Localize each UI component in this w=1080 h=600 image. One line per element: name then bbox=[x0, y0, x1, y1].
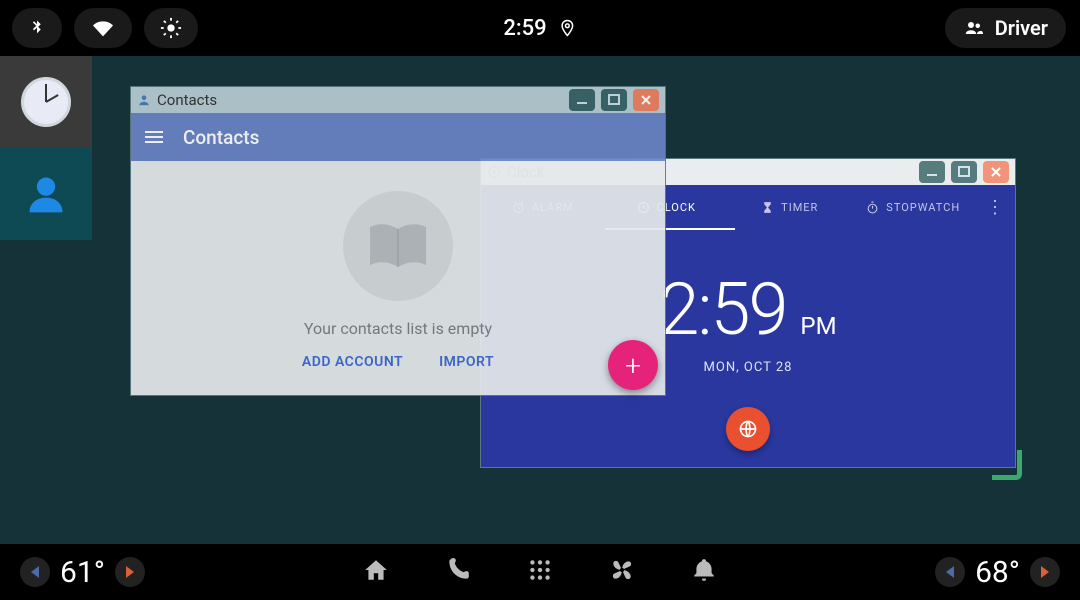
add-contact-fab[interactable]: + bbox=[608, 340, 658, 390]
nav-home[interactable] bbox=[363, 557, 389, 587]
temp-right-down[interactable] bbox=[935, 557, 965, 587]
kebab-icon: ⋮ bbox=[986, 197, 1004, 218]
person-icon bbox=[24, 172, 68, 216]
temp-right-up[interactable] bbox=[1030, 557, 1060, 587]
apps-grid-icon bbox=[527, 557, 553, 583]
home-icon bbox=[363, 557, 389, 583]
tab-timer-label: TIMER bbox=[781, 201, 818, 214]
clock-icon bbox=[21, 77, 71, 127]
globe-icon bbox=[738, 419, 758, 439]
hourglass-icon bbox=[761, 201, 774, 214]
add-account-button[interactable]: ADD ACCOUNT bbox=[302, 354, 403, 370]
hamburger-menu[interactable] bbox=[145, 131, 163, 143]
wifi-button[interactable] bbox=[74, 8, 132, 48]
contacts-close-button[interactable] bbox=[633, 89, 659, 111]
location-icon bbox=[559, 17, 577, 39]
clock-ampm: PM bbox=[800, 312, 836, 340]
status-bar: 2:59 Driver bbox=[0, 0, 1080, 56]
contacts-empty-text: Your contacts list is empty bbox=[304, 319, 492, 338]
contacts-appbar: Contacts bbox=[131, 113, 665, 161]
close-icon bbox=[989, 165, 1003, 179]
maximize-icon bbox=[957, 165, 971, 179]
world-clock-fab[interactable] bbox=[726, 407, 770, 451]
contacts-window[interactable]: Contacts Contacts Your contacts list is … bbox=[130, 86, 666, 396]
stopwatch-icon bbox=[866, 201, 879, 214]
import-button[interactable]: IMPORT bbox=[439, 354, 494, 370]
app-rail bbox=[0, 56, 92, 544]
bluetooth-button[interactable] bbox=[12, 8, 62, 48]
tab-stopwatch[interactable]: STOPWATCH bbox=[852, 201, 976, 214]
nav-apps[interactable] bbox=[527, 557, 553, 587]
bluetooth-icon bbox=[28, 17, 46, 39]
plus-icon: + bbox=[625, 349, 641, 382]
temp-left-value: 61° bbox=[60, 555, 105, 590]
temp-left-up[interactable] bbox=[115, 557, 145, 587]
phone-icon bbox=[445, 557, 471, 583]
bell-icon bbox=[691, 557, 717, 583]
clock-maximize-button[interactable] bbox=[951, 161, 977, 183]
triangle-right-icon bbox=[1041, 566, 1049, 578]
people-icon bbox=[963, 19, 985, 37]
contacts-appbar-title: Contacts bbox=[183, 126, 259, 149]
maximize-icon bbox=[607, 93, 621, 107]
brightness-button[interactable] bbox=[144, 8, 198, 48]
clock-close-button[interactable] bbox=[983, 161, 1009, 183]
statusbar-time: 2:59 bbox=[503, 16, 546, 41]
close-icon bbox=[639, 93, 653, 107]
rail-item-clock[interactable] bbox=[0, 56, 92, 148]
contacts-maximize-button[interactable] bbox=[601, 89, 627, 111]
contacts-minimize-button[interactable] bbox=[569, 89, 595, 111]
clock-time: 2:59 bbox=[659, 267, 786, 352]
contacts-titlebar[interactable]: Contacts bbox=[131, 87, 665, 113]
temp-right-value: 68° bbox=[975, 555, 1020, 590]
profile-button[interactable]: Driver bbox=[945, 8, 1066, 48]
nav-center bbox=[363, 557, 717, 587]
temp-left-down[interactable] bbox=[20, 557, 50, 587]
minimize-icon bbox=[575, 93, 589, 107]
tab-timer[interactable]: TIMER bbox=[728, 201, 852, 214]
triangle-left-icon bbox=[31, 566, 39, 578]
contacts-window-title: Contacts bbox=[157, 91, 217, 109]
triangle-right-icon bbox=[126, 566, 134, 578]
clock-overflow-menu[interactable]: ⋮ bbox=[975, 197, 1015, 218]
minimize-icon bbox=[925, 165, 939, 179]
tab-stopwatch-label: STOPWATCH bbox=[886, 201, 960, 214]
bottom-bar: 61° 68° bbox=[0, 544, 1080, 600]
nav-phone[interactable] bbox=[445, 557, 471, 587]
wifi-icon bbox=[90, 18, 116, 38]
sun-icon bbox=[160, 17, 182, 39]
rail-item-contacts[interactable] bbox=[0, 148, 92, 240]
fan-icon bbox=[609, 557, 635, 583]
empty-book-icon bbox=[343, 191, 453, 301]
clock-minimize-button[interactable] bbox=[919, 161, 945, 183]
person-small-icon bbox=[137, 93, 151, 107]
nav-notifications[interactable] bbox=[691, 557, 717, 587]
contacts-body: Your contacts list is empty ADD ACCOUNT … bbox=[131, 161, 665, 370]
triangle-left-icon bbox=[946, 566, 954, 578]
profile-label: Driver bbox=[995, 16, 1048, 40]
nav-fan[interactable] bbox=[609, 557, 635, 587]
